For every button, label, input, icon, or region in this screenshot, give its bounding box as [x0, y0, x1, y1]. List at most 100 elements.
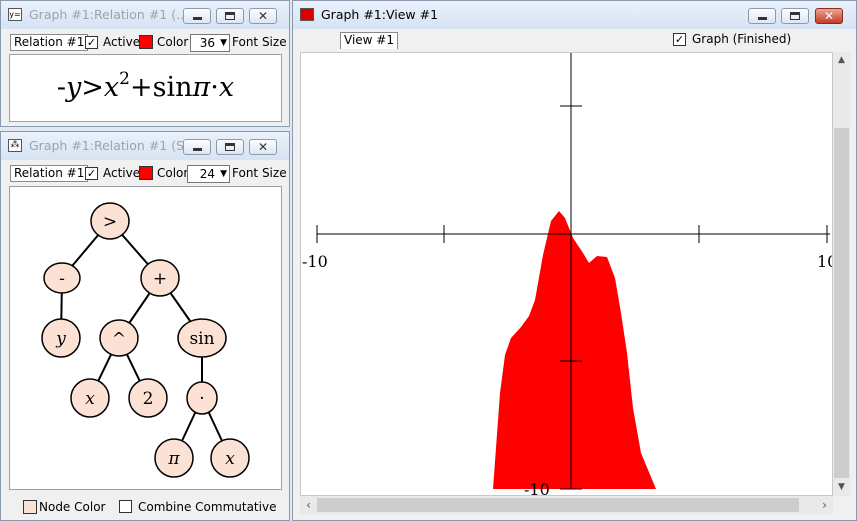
color-swatch[interactable] — [139, 35, 153, 49]
horizontal-scrollbar[interactable]: ‹ › — [300, 496, 833, 514]
tree-node-label: > — [103, 212, 117, 232]
combine-commutative-label: Combine Commutative — [138, 500, 277, 514]
formula-window-title: Graph #1:Relation #1 (... — [29, 7, 189, 22]
font-size-value: 36 — [199, 36, 215, 50]
formula-plus: + — [129, 72, 153, 103]
font-size-select[interactable]: 36 ▼ — [190, 34, 230, 52]
tab-relation[interactable]: Relation #1 — [10, 165, 89, 182]
minimize-icon — [193, 17, 202, 20]
graph-status-label: Graph (Finished) — [692, 32, 792, 46]
color-label: Color — [157, 35, 189, 49]
maximize-button[interactable] — [781, 8, 809, 24]
formula-display: -y>x2+sinπ·x — [9, 54, 282, 122]
tree-node-label: y — [55, 329, 66, 349]
tree-window: ⁂ Graph #1:Relation #1 (S... ✕ Relation … — [0, 131, 290, 521]
x-max-label: 10 — [817, 252, 832, 271]
graph-toolbar: View #1 ✓ Graph (Finished) — [293, 29, 856, 51]
font-size-label: Font Size — [232, 166, 287, 180]
tab-relation[interactable]: Relation #1 — [10, 34, 89, 51]
formula-x2: x — [218, 72, 235, 103]
minimize-icon — [758, 17, 767, 20]
color-label: Color — [157, 166, 189, 180]
tree-node-label: ^ — [112, 329, 126, 349]
formula-toolbar: Relation #1 ✓ Active Color 36 ▼ Font Siz… — [1, 31, 289, 53]
graph-window: Graph #1:View #1 ✕ View #1 ✓ Graph (Fini… — [292, 0, 857, 521]
tree-nodes — [41, 202, 250, 478]
minimize-button[interactable] — [748, 8, 776, 24]
horizontal-scroll-thumb[interactable] — [317, 498, 799, 512]
active-label: Active — [103, 166, 141, 180]
vertical-scrollbar[interactable]: ▲ ▼ — [833, 52, 850, 496]
font-size-value: 24 — [199, 167, 215, 181]
scroll-up-arrow-icon[interactable]: ▲ — [833, 52, 850, 69]
tree-window-title: Graph #1:Relation #1 (S... — [29, 138, 196, 153]
maximize-icon — [790, 12, 800, 20]
tree-node-label: + — [153, 269, 167, 289]
formula-window-icon: y= — [8, 8, 22, 21]
color-swatch[interactable] — [139, 166, 153, 180]
minimize-button[interactable] — [183, 8, 211, 24]
tree-node-label: 2 — [143, 389, 154, 409]
expression-tree: > - + y ^ sin x 2 · π x — [41, 202, 250, 478]
close-icon: ✕ — [823, 9, 835, 23]
relation-fill-region — [493, 211, 656, 489]
expression-tree-area: > - + y ^ sin x 2 · π x — [9, 186, 282, 490]
formula-y: y — [66, 72, 82, 103]
formula-exponent: 2 — [119, 69, 130, 89]
tree-toolbar: Relation #1 ✓ Active Color 24 ▼ Font Siz… — [1, 162, 289, 184]
scroll-right-arrow-icon[interactable]: › — [816, 496, 833, 514]
combine-commutative-checkbox[interactable] — [119, 500, 132, 513]
scroll-left-arrow-icon[interactable]: ‹ — [300, 496, 317, 514]
close-button[interactable]: ✕ — [815, 8, 843, 24]
close-icon: ✕ — [257, 140, 269, 154]
tree-bottom-bar: Node Color Combine Commutative — [1, 494, 289, 520]
formula-sin: sin — [152, 72, 193, 103]
graph-plot: -10 10 -10 — [302, 53, 832, 495]
graph-window-title: Graph #1:View #1 — [321, 7, 439, 22]
formula-window: y= Graph #1:Relation #1 (... ✕ Relation … — [0, 0, 290, 127]
formula-x: x — [103, 72, 120, 103]
active-checkbox[interactable]: ✓ — [85, 167, 98, 180]
formula-window-titlebar[interactable]: y= Graph #1:Relation #1 (... ✕ — [1, 1, 289, 29]
graph-finished-checkbox[interactable]: ✓ — [673, 33, 686, 46]
vertical-scroll-thumb[interactable] — [834, 128, 849, 478]
font-size-select[interactable]: 24 ▼ — [187, 165, 230, 183]
tree-node-label: · — [199, 389, 204, 409]
tree-node-label: x — [85, 389, 95, 409]
minimize-button[interactable] — [183, 139, 211, 155]
active-checkbox[interactable]: ✓ — [85, 36, 98, 49]
font-size-label: Font Size — [232, 35, 287, 49]
tree-node-label: sin — [189, 329, 214, 349]
tree-window-titlebar[interactable]: ⁂ Graph #1:Relation #1 (S... ✕ — [1, 132, 289, 160]
graph-canvas: -10 10 -10 — [300, 52, 833, 496]
graph-window-titlebar[interactable]: Graph #1:View #1 ✕ — [293, 1, 856, 29]
maximize-button[interactable] — [216, 139, 244, 155]
formula-text: -y>x2+sinπ·x — [10, 69, 281, 103]
close-button[interactable]: ✕ — [249, 139, 277, 155]
active-label: Active — [103, 35, 141, 49]
tree-node-label: x — [225, 449, 235, 469]
x-min-label: -10 — [302, 252, 328, 271]
tree-node-label: - — [59, 269, 65, 289]
close-button[interactable]: ✕ — [249, 8, 277, 24]
scroll-down-arrow-icon[interactable]: ▼ — [833, 479, 850, 496]
maximize-icon — [225, 12, 235, 20]
close-icon: ✕ — [257, 9, 269, 23]
formula-minus: - — [56, 72, 67, 103]
tree-node-label: π — [167, 449, 180, 469]
formula-op: > — [81, 72, 104, 103]
node-color-swatch[interactable] — [23, 500, 37, 514]
maximize-button[interactable] — [216, 8, 244, 24]
graph-window-icon — [300, 8, 314, 21]
y-min-label: -10 — [524, 480, 550, 495]
formula-pi: π — [192, 72, 211, 103]
tree-icon: ⁂ — [8, 139, 22, 152]
minimize-icon — [193, 148, 202, 151]
node-color-label: Node Color — [39, 500, 106, 514]
dropdown-arrow-icon: ▼ — [220, 38, 227, 48]
tree-node-labels: > - + y ^ sin x 2 · π x — [55, 212, 235, 469]
tab-view[interactable]: View #1 — [340, 32, 398, 49]
dropdown-arrow-icon: ▼ — [220, 169, 227, 179]
formula-dot: · — [210, 72, 219, 103]
maximize-icon — [225, 143, 235, 151]
